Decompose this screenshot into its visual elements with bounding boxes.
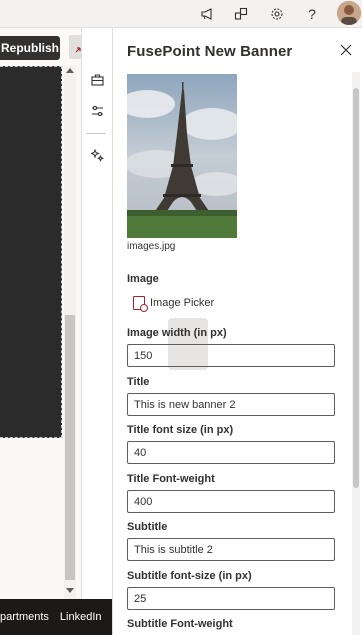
image-label: Image bbox=[127, 273, 159, 285]
settings-icon[interactable] bbox=[266, 3, 288, 25]
subtitle-font-size-input[interactable] bbox=[127, 587, 335, 610]
scroll-down-icon[interactable] bbox=[66, 588, 74, 593]
republish-button[interactable]: Republish bbox=[0, 36, 60, 60]
canvas-scroll-thumb[interactable] bbox=[65, 315, 75, 580]
toolbox-icon[interactable] bbox=[88, 71, 106, 89]
subtitle-label: Subtitle bbox=[127, 521, 168, 533]
title-font-size-input[interactable] bbox=[127, 441, 335, 464]
title-label: Title bbox=[127, 376, 150, 388]
avatar[interactable] bbox=[337, 1, 361, 25]
footer-link-departments[interactable]: partments bbox=[0, 611, 49, 623]
image-filename: images.jpg bbox=[127, 241, 176, 252]
toolbox-divider bbox=[86, 133, 106, 134]
banner-image-preview bbox=[127, 74, 237, 238]
title-input[interactable] bbox=[127, 393, 335, 416]
megaphone-icon[interactable] bbox=[196, 3, 218, 25]
share-icon[interactable] bbox=[230, 3, 252, 25]
page-footer: partments LinkedIn bbox=[0, 599, 112, 635]
subtitle-font-size-label: Subtitle font-size (in px) bbox=[127, 570, 252, 582]
title-font-size-label: Title font size (in px) bbox=[127, 424, 234, 436]
image-picker-icon bbox=[133, 296, 148, 312]
suite-bar: ? bbox=[0, 0, 362, 28]
subtitle-input[interactable] bbox=[127, 538, 335, 561]
subtitle-font-weight-label: Subtitle Font-weight bbox=[127, 618, 233, 630]
scroll-up-icon[interactable] bbox=[66, 68, 74, 73]
pane-title: FusePoint New Banner bbox=[127, 43, 293, 60]
webpart-preview[interactable] bbox=[0, 66, 62, 438]
pane-scroll-thumb[interactable] bbox=[353, 88, 359, 488]
image-picker-button[interactable]: Image Picker bbox=[133, 296, 215, 312]
close-icon[interactable] bbox=[338, 44, 354, 60]
title-font-weight-input[interactable] bbox=[127, 490, 335, 513]
help-icon[interactable]: ? bbox=[301, 3, 323, 25]
properties-icon[interactable] bbox=[88, 102, 106, 120]
title-font-weight-label: Title Font-weight bbox=[127, 473, 215, 485]
footer-link-linkedin[interactable]: LinkedIn bbox=[60, 611, 102, 623]
design-ideas-icon[interactable] bbox=[88, 146, 106, 164]
image-width-label: Image width (in px) bbox=[127, 327, 227, 339]
image-picker-label: Image Picker bbox=[150, 297, 215, 309]
image-width-input[interactable] bbox=[127, 344, 335, 367]
